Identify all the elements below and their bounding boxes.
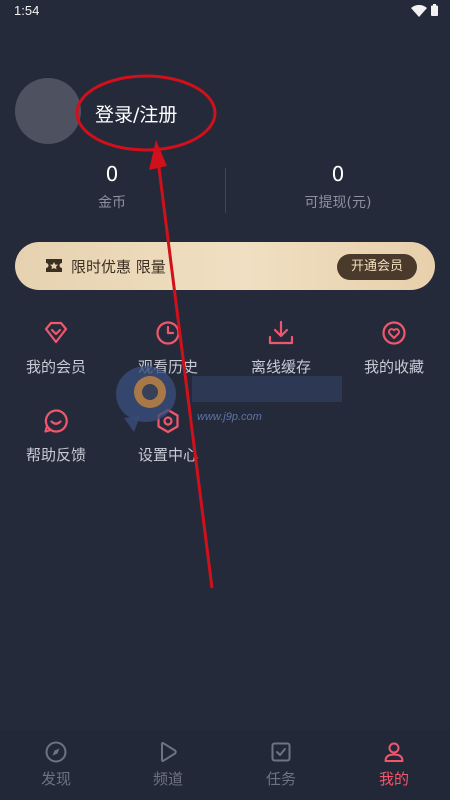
heart-icon	[382, 321, 406, 345]
user-icon	[384, 742, 404, 762]
nav-tab-discover[interactable]: 发现	[0, 740, 112, 789]
play-icon	[161, 742, 177, 762]
cash-value: 0	[331, 162, 345, 186]
nav-label: 我的	[378, 770, 409, 788]
feedback-icon	[44, 409, 68, 433]
compass-icon	[45, 741, 67, 763]
menu-label: 设置中心	[137, 446, 198, 464]
nav-label: 频道	[152, 770, 183, 788]
stat-divider	[225, 168, 226, 213]
status-time: 1:54	[14, 3, 40, 18]
nav-label: 任务	[265, 770, 296, 788]
menu-item-my-membership[interactable]: 我的会员	[1, 318, 111, 377]
nav-tab-mine[interactable]: 我的	[338, 740, 450, 789]
coins-value: 0	[105, 162, 119, 186]
nav-tab-channel[interactable]: 频道	[112, 740, 224, 789]
nav-tab-tasks[interactable]: 任务	[225, 740, 337, 789]
coins-stat[interactable]: 0 金币	[12, 162, 212, 212]
avatar[interactable]	[15, 78, 81, 144]
status-bar: 1:54	[0, 0, 450, 24]
cash-label: 可提现(元)	[304, 195, 372, 211]
menu-item-my-favorites[interactable]: 我的收藏	[339, 318, 449, 377]
battery-icon	[431, 4, 438, 16]
cash-stat[interactable]: 0 可提现(元)	[238, 162, 438, 212]
bottom-nav: 发现 频道 任务 我的	[0, 730, 450, 800]
login-register-link[interactable]: 登录/注册	[95, 100, 177, 127]
menu-label: 帮助反馈	[25, 446, 86, 464]
watermark-logo	[116, 366, 342, 432]
coins-label: 金币	[98, 195, 126, 211]
menu-item-help-feedback[interactable]: 帮助反馈	[1, 406, 111, 465]
wifi-icon	[411, 5, 427, 17]
menu-label: 我的会员	[25, 358, 86, 376]
ticket-icon	[46, 259, 62, 272]
download-icon	[268, 320, 294, 345]
nav-label: 发现	[40, 770, 71, 788]
task-icon	[271, 742, 291, 762]
clock-icon	[156, 321, 180, 345]
vip-banner[interactable]: 限时优惠 限量 开通会员	[15, 242, 435, 290]
diamond-icon	[44, 321, 68, 344]
watermark-url: www.j9p.com	[197, 411, 262, 423]
open-vip-button[interactable]: 开通会员	[337, 254, 417, 280]
menu-label: 我的收藏	[363, 358, 424, 376]
vip-promo-text: 限时优惠 限量	[71, 258, 166, 276]
